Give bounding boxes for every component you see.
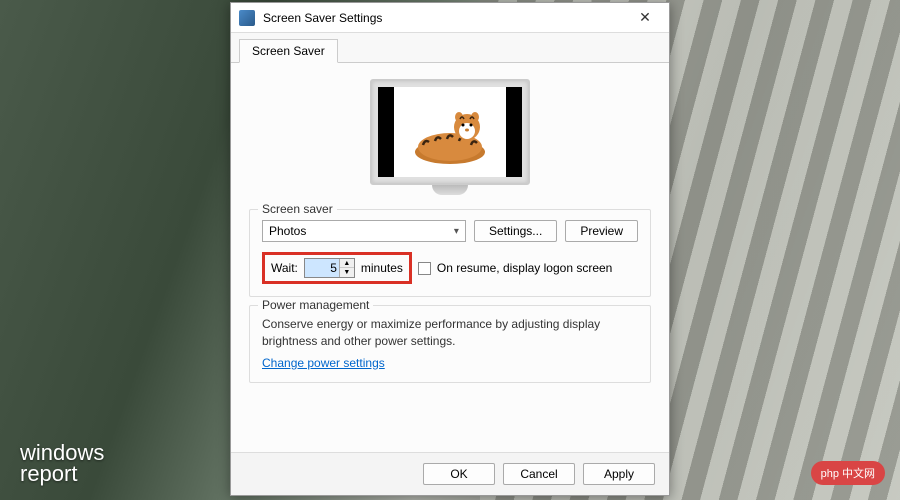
cancel-button[interactable]: Cancel bbox=[503, 463, 575, 485]
site-badge: php 中文网 bbox=[811, 461, 885, 485]
dialog-content: Screen saver Photos ▾ Settings... Previe… bbox=[231, 63, 669, 452]
screen-saver-dialog: Screen Saver Settings ✕ Screen Saver bbox=[230, 2, 670, 496]
tiger-image bbox=[405, 97, 495, 167]
screen-pillarbox-left bbox=[378, 87, 394, 177]
tab-screensaver[interactable]: Screen Saver bbox=[239, 39, 338, 63]
preview-button[interactable]: Preview bbox=[565, 220, 638, 242]
preview-monitor bbox=[370, 79, 530, 195]
ok-button[interactable]: OK bbox=[423, 463, 495, 485]
wait-row: Wait: ▲ ▼ minutes On resume, display log… bbox=[262, 252, 638, 284]
screen-pillarbox-right bbox=[506, 87, 522, 177]
dialog-footer: OK Cancel Apply bbox=[231, 452, 669, 495]
screensaver-group-label: Screen saver bbox=[258, 202, 337, 216]
wait-spinner[interactable]: ▲ ▼ bbox=[304, 258, 355, 278]
wait-input[interactable] bbox=[305, 259, 339, 277]
screensaver-dropdown[interactable]: Photos ▾ bbox=[262, 220, 466, 242]
settings-button[interactable]: Settings... bbox=[474, 220, 557, 242]
monitor-stand bbox=[432, 185, 468, 195]
screensaver-selected: Photos bbox=[269, 224, 306, 238]
power-settings-link[interactable]: Change power settings bbox=[262, 356, 385, 370]
wait-label: Wait: bbox=[271, 261, 298, 275]
spinner-buttons: ▲ ▼ bbox=[339, 259, 354, 277]
power-description: Conserve energy or maximize performance … bbox=[262, 316, 638, 350]
power-group: Power management Conserve energy or maxi… bbox=[249, 305, 651, 383]
brand-watermark: windows report bbox=[20, 443, 104, 485]
spinner-up-button[interactable]: ▲ bbox=[340, 259, 354, 268]
preview-photo bbox=[394, 87, 506, 177]
close-icon: ✕ bbox=[639, 9, 651, 26]
screensaver-select-row: Photos ▾ Settings... Preview bbox=[262, 220, 638, 242]
power-group-label: Power management bbox=[258, 298, 373, 312]
app-icon bbox=[239, 10, 255, 26]
monitor-screen bbox=[378, 87, 522, 177]
titlebar: Screen Saver Settings ✕ bbox=[231, 3, 669, 33]
tab-strip: Screen Saver bbox=[231, 33, 669, 63]
window-title: Screen Saver Settings bbox=[263, 11, 629, 25]
brand-line2: report bbox=[20, 461, 77, 486]
resume-label: On resume, display logon screen bbox=[437, 261, 612, 275]
chevron-down-icon: ▾ bbox=[454, 226, 459, 237]
screensaver-group: Screen saver Photos ▾ Settings... Previe… bbox=[249, 209, 651, 297]
apply-button[interactable]: Apply bbox=[583, 463, 655, 485]
resume-checkbox[interactable] bbox=[418, 262, 431, 275]
wait-highlight: Wait: ▲ ▼ minutes bbox=[262, 252, 412, 284]
spinner-down-button[interactable]: ▼ bbox=[340, 268, 354, 277]
close-button[interactable]: ✕ bbox=[629, 6, 661, 30]
monitor-frame bbox=[370, 79, 530, 185]
wait-unit: minutes bbox=[361, 261, 403, 275]
